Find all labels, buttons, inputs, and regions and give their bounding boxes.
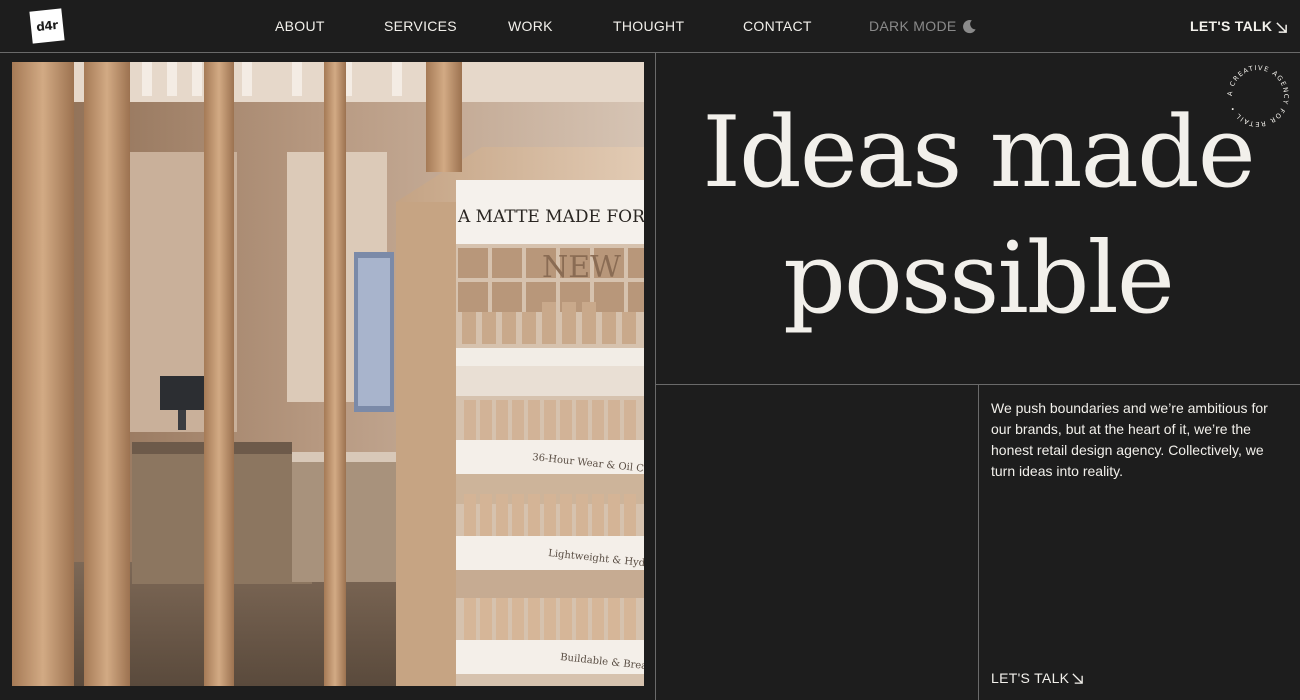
nav-contact[interactable]: CONTACT [743, 18, 812, 34]
hero-image: A MATTE MADE FOR MO NEW [12, 62, 644, 686]
lets-talk-button[interactable]: LET'S TALK [1190, 18, 1272, 34]
arrow-down-right-icon[interactable] [1275, 21, 1288, 34]
moon-icon[interactable] [962, 19, 977, 34]
headline-line-1: Ideas made [702, 96, 1255, 210]
display-new-text: NEW [542, 250, 621, 285]
svg-text:A CREATIVE AGENCY FOR RETAIL •: A CREATIVE AGENCY FOR RETAIL • [1226, 64, 1290, 128]
nav-about[interactable]: ABOUT [275, 18, 325, 34]
agency-circle-badge: A CREATIVE AGENCY FOR RETAIL • [1226, 64, 1290, 128]
hero-headline: Ideas made possible [656, 90, 1300, 342]
badge-text: A CREATIVE AGENCY FOR RETAIL • [1226, 64, 1289, 128]
dark-mode-toggle[interactable]: DARK MODE [869, 18, 957, 34]
arrow-down-right-icon[interactable] [1071, 672, 1084, 685]
display-banner-text: A MATTE MADE FOR MO [457, 207, 644, 227]
nav-thought[interactable]: THOUGHT [613, 18, 684, 34]
headline-line-2: possible [783, 222, 1175, 336]
hero-description: We push boundaries and we’re ambitious f… [991, 400, 1268, 479]
nav-work[interactable]: WORK [508, 18, 553, 34]
lets-talk-link[interactable]: LET'S TALK [991, 670, 1069, 686]
site-header: d4r ABOUT SERVICES WORK THOUGHT CONTACT … [0, 0, 1300, 53]
brand-logo[interactable]: d4r [29, 8, 65, 44]
nav-services[interactable]: SERVICES [384, 18, 457, 34]
text-column-divider [978, 385, 979, 700]
